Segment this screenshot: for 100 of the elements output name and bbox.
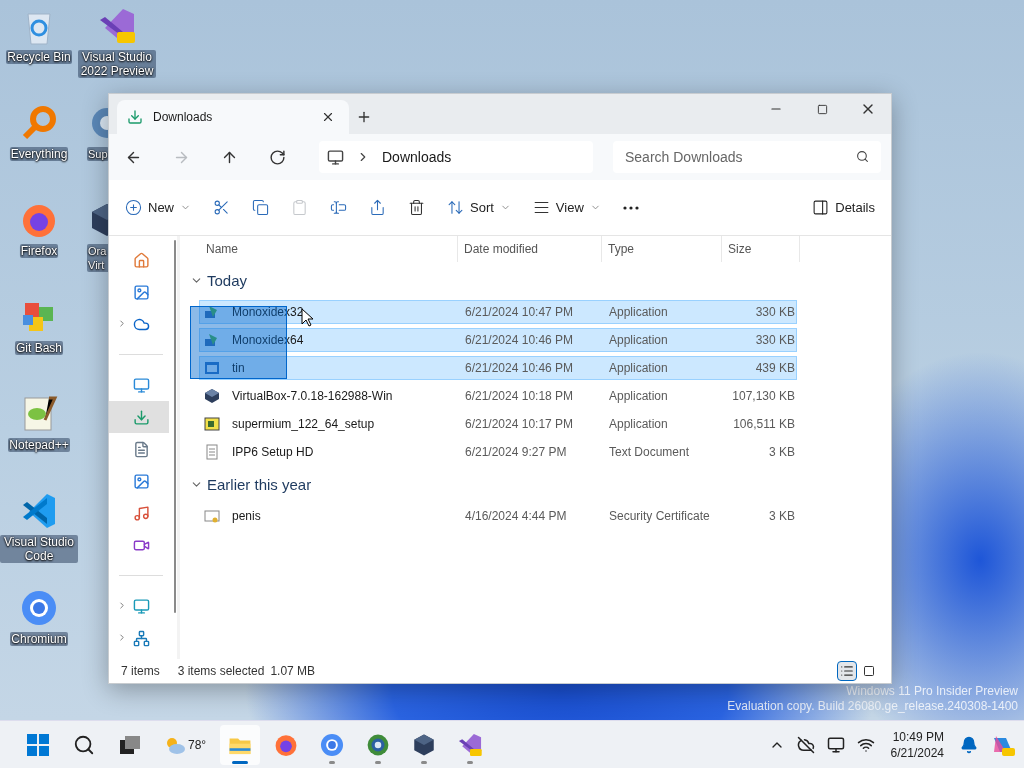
column-header[interactable]: Type [602, 236, 722, 262]
list-icon [840, 664, 854, 678]
view-button[interactable]: View [528, 191, 605, 224]
address-bar[interactable]: Downloads [319, 141, 593, 173]
file-row[interactable]: supermium_122_64_setup 6/21/2024 10:17 PM Application 106,511 KB [199, 412, 797, 436]
document-icon [133, 440, 150, 458]
network-icon[interactable] [856, 736, 875, 754]
expand-chevron-icon[interactable] [117, 600, 127, 611]
cloud-off-icon[interactable] [796, 736, 815, 754]
text-file-icon [204, 444, 220, 460]
window-tab[interactable]: Downloads [117, 100, 349, 134]
computer-icon [133, 597, 150, 615]
installer-icon [204, 416, 220, 432]
size-cell-text: 106,511 KB [732, 417, 795, 431]
size-cell-text: 330 KB [754, 305, 795, 319]
size-cell-text: 439 KB [754, 361, 795, 375]
breadcrumb[interactable]: Downloads [382, 149, 452, 165]
details-view-button[interactable] [837, 661, 857, 681]
file-name: VirtualBox-7.0.18-162988-Win [231, 389, 393, 403]
date-cell-text: 6/21/2024 9:27 PM [464, 445, 568, 459]
weather-widget[interactable]: 78° [156, 725, 215, 765]
close-icon [321, 110, 335, 124]
home-icon [133, 251, 150, 269]
lines-icon [532, 199, 550, 216]
date-cell-text: 6/21/2024 10:46 PM [464, 333, 575, 347]
square-icon [863, 665, 875, 677]
date-cell-text: 6/21/2024 10:18 PM [464, 389, 575, 403]
file-name: penis [231, 509, 261, 523]
gallery-icon [133, 283, 150, 301]
watermark-text: Evaluation copy. Build 26080.ge_release.240308-1400 [727, 699, 1018, 714]
search-field[interactable]: Search Downloads [613, 141, 881, 173]
group-header[interactable]: Earlier this year [190, 466, 891, 502]
column-header[interactable]: Date modified [458, 236, 602, 262]
desktop-icon-label[interactable]: Visual Studio Code [0, 535, 78, 563]
type-cell-text: Application [608, 361, 669, 375]
picture-icon [133, 472, 150, 490]
shortcut-icon [19, 588, 59, 628]
program-icon [204, 304, 220, 320]
scissors-icon [213, 199, 230, 216]
selection-size: 1.07 MB [270, 664, 316, 678]
file-name: IPP6 Setup HD [231, 445, 314, 459]
size-cell-text: 3 KB [768, 445, 795, 459]
plus-circle-icon [125, 199, 142, 216]
selection-count: 3 items selected [177, 664, 265, 678]
size-cell-text: 3 KB [768, 509, 795, 523]
file-row[interactable]: tin 6/21/2024 10:46 PM Application 439 KB [199, 356, 797, 380]
type-cell-text: Application [608, 305, 669, 319]
type-cell-text: Application [608, 417, 669, 431]
search-icon [73, 734, 95, 756]
file-row[interactable]: IPP6 Setup HD 6/21/2024 9:27 PM Text Document 3 KB [199, 440, 797, 464]
certificate-icon [204, 508, 220, 524]
type-cell-text: Application [608, 389, 669, 403]
more-icon [622, 205, 639, 210]
monitor-icon[interactable] [826, 736, 845, 754]
sort-button[interactable]: Sort [443, 191, 515, 224]
expand-chevron-icon[interactable] [117, 318, 127, 329]
music-icon [133, 504, 150, 522]
group-header[interactable]: Today [190, 262, 891, 298]
clipboard-icon [291, 199, 308, 216]
bell-icon[interactable] [960, 736, 978, 754]
app-icon [457, 732, 484, 758]
network-icon [133, 629, 150, 647]
clock-date: 6/21/2024 [890, 745, 944, 761]
copy-icon [252, 199, 269, 216]
desktop-icon-label[interactable]: Visual Studio 2022 Preview [78, 50, 156, 78]
file-name: tin [231, 361, 245, 375]
computer-icon [327, 148, 344, 166]
weather-icon [164, 735, 186, 755]
app-icon [319, 732, 346, 758]
date-cell-text: 6/21/2024 10:17 PM [464, 417, 575, 431]
size-cell-text: 330 KB [754, 333, 795, 347]
column-header[interactable]: Name [190, 236, 458, 262]
desktop-icon [133, 376, 150, 394]
tab-title: Downloads [153, 110, 214, 124]
search-icon [856, 150, 869, 163]
windows-logo-icon [27, 734, 49, 756]
program-icon [204, 332, 220, 348]
maximize-icon [816, 103, 828, 115]
task-view-icon [120, 736, 140, 754]
file-row[interactable]: penis 4/16/2024 4:44 PM Security Certificate 3 KB [199, 504, 797, 528]
type-cell-text: Application [608, 333, 669, 347]
taskbar-app[interactable] [220, 725, 261, 765]
plus-icon [356, 109, 372, 125]
date-cell-text: 6/21/2024 10:46 PM [464, 361, 575, 375]
file-row[interactable]: VirtualBox-7.0.18-162988-Win 6/21/2024 10:18 PM Application 107,130 KB [199, 384, 797, 408]
rename-icon [330, 199, 347, 216]
date-cell-text: 6/21/2024 10:47 PM [464, 305, 575, 319]
item-count: 7 items [121, 664, 160, 678]
clock[interactable]: 10:49 PM 6/21/2024 [886, 729, 948, 761]
sort-arrows-icon [447, 199, 464, 216]
column-header[interactable]: Size [722, 236, 800, 262]
clock-time: 10:49 PM [892, 729, 944, 745]
expand-chevron-icon[interactable] [117, 632, 127, 643]
trash-icon [408, 199, 425, 216]
file-name: supermium_122_64_setup [231, 417, 375, 431]
details-button[interactable]: Details [808, 191, 879, 224]
new-button[interactable]: New [121, 191, 195, 224]
date-cell-text: 4/16/2024 4:44 PM [464, 509, 568, 523]
watermark-text: Windows 11 Pro Insider Preview [846, 684, 1018, 699]
download-icon [133, 408, 150, 426]
